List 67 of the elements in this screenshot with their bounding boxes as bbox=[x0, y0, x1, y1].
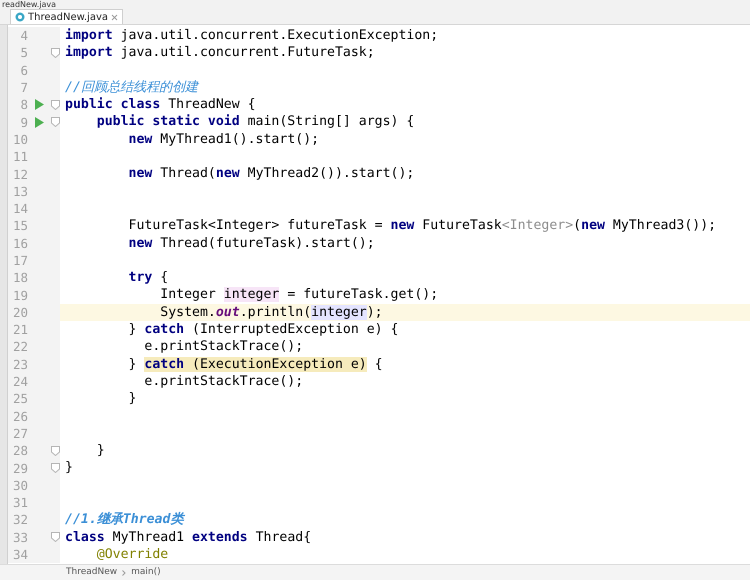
line-number: 29 bbox=[12, 460, 28, 477]
line-number: 31 bbox=[12, 494, 28, 512]
code-line: } bbox=[64, 459, 74, 477]
code-line: try { bbox=[128, 269, 170, 286]
line-number: 24 bbox=[12, 373, 28, 390]
code-line: } bbox=[128, 390, 138, 408]
fold-icon[interactable] bbox=[51, 463, 60, 474]
code-line: e.printStackTrace(); bbox=[143, 338, 304, 356]
line-number: 9 bbox=[19, 114, 28, 131]
code-line: } bbox=[96, 442, 106, 460]
code-line: import java.util.concurrent.FutureTask; bbox=[64, 44, 376, 62]
code-line: //回顾总结线程的创建 bbox=[64, 78, 200, 96]
chevron-icon bbox=[122, 570, 126, 576]
fold-icon[interactable] bbox=[51, 532, 60, 542]
line-number: 12 bbox=[12, 166, 28, 183]
breadcrumb-item[interactable]: ThreadNew bbox=[66, 566, 118, 580]
breadcrumb-item[interactable]: main() bbox=[131, 566, 161, 580]
line-number: 23 bbox=[12, 356, 28, 373]
code-line: public class ThreadNew { bbox=[64, 96, 257, 114]
close-icon[interactable] bbox=[111, 14, 118, 20]
code-line: } catch (ExecutionException e) { bbox=[128, 356, 384, 373]
fold-icon[interactable] bbox=[51, 446, 60, 456]
code-line: e.printStackTrace(); bbox=[143, 372, 304, 390]
fold-icon[interactable] bbox=[51, 100, 60, 110]
code-line: @Override bbox=[96, 546, 170, 564]
line-number: 25 bbox=[12, 390, 28, 408]
line-number: 20 bbox=[12, 304, 28, 321]
code-line: FutureTask<Integer> futureTask = new FutureTask<Integer>(new MyThread3()); bbox=[128, 217, 718, 235]
line-number: 5 bbox=[19, 44, 28, 62]
file-tab[interactable]: ThreadNew.java bbox=[10, 9, 123, 24]
line-number: 13 bbox=[12, 182, 28, 200]
line-number: 6 bbox=[19, 62, 28, 79]
line-number: 8 bbox=[19, 96, 28, 114]
run-icon[interactable] bbox=[35, 99, 44, 110]
line-number: 27 bbox=[12, 424, 28, 442]
line-number: 4 bbox=[19, 27, 28, 44]
line-number: 26 bbox=[12, 408, 28, 425]
code-line: } catch (InterruptedException e) { bbox=[128, 321, 400, 338]
line-number: 14 bbox=[12, 200, 28, 218]
line-number: 34 bbox=[12, 546, 28, 564]
fold-icon[interactable] bbox=[51, 48, 60, 58]
line-number: 21 bbox=[12, 321, 28, 338]
class-file-icon bbox=[15, 12, 25, 22]
line-number: 33 bbox=[12, 528, 28, 546]
code-line: new MyThread1().start(); bbox=[128, 130, 320, 148]
line-number: 28 bbox=[12, 442, 28, 460]
code-line: import java.util.concurrent.ExecutionException; bbox=[64, 27, 440, 44]
line-number: 22 bbox=[12, 338, 28, 356]
file-path-crumb: readNew.java bbox=[2, 0, 56, 9]
code-line: new Thread(new MyThread2()).start(); bbox=[128, 165, 416, 183]
line-number: 7 bbox=[19, 79, 28, 96]
line-number: 30 bbox=[12, 476, 28, 494]
run-icon[interactable] bbox=[35, 116, 44, 128]
code-line: //1.继承Thread类 bbox=[64, 511, 186, 529]
fold-icon[interactable] bbox=[51, 117, 60, 128]
code-line: new Thread(futureTask).start(); bbox=[128, 234, 376, 252]
code-line: class MyThread1 extends Thread{ bbox=[64, 528, 312, 546]
code-line: Integer integer = futureTask.get(); bbox=[159, 286, 440, 304]
line-number: 16 bbox=[12, 234, 28, 252]
line-number: 10 bbox=[12, 130, 28, 148]
code-line: public static void main(String[] args) { bbox=[96, 113, 416, 131]
line-number: 32 bbox=[12, 511, 28, 528]
line-number: 18 bbox=[12, 269, 28, 286]
line-number: 15 bbox=[12, 217, 28, 234]
line-number: 17 bbox=[12, 252, 28, 269]
line-number: 19 bbox=[12, 286, 28, 304]
line-number: 11 bbox=[12, 148, 28, 166]
